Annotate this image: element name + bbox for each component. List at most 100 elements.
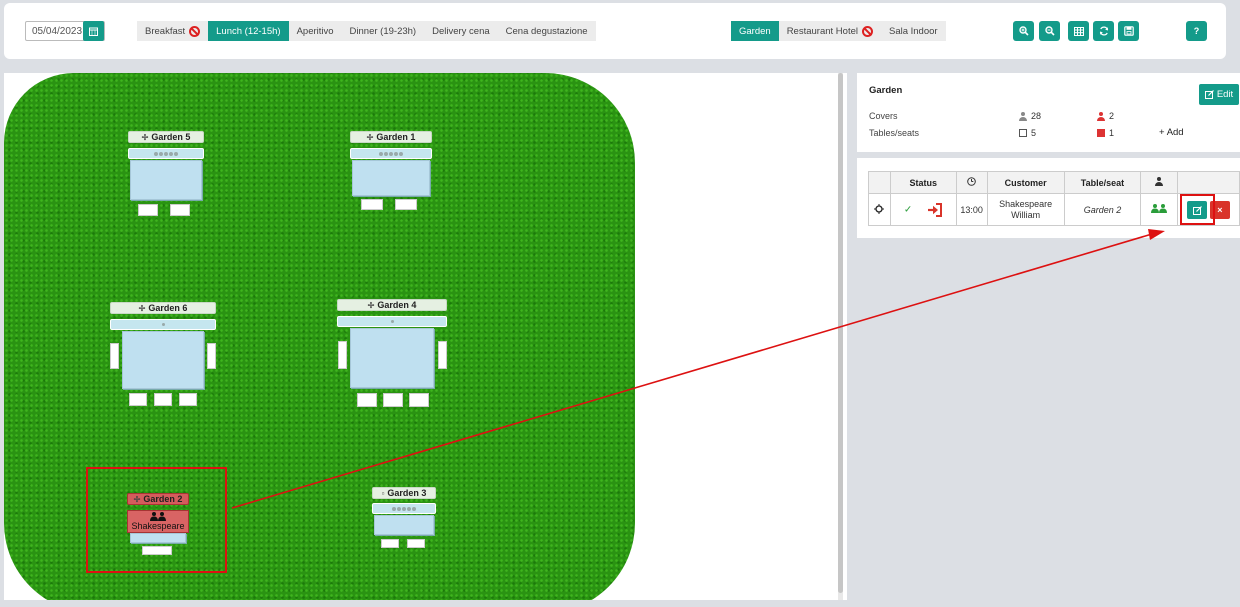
zoom-out-icon [1044,26,1055,36]
customer-cell: Shakespeare William [986,193,1065,226]
room-garden[interactable]: Garden [731,21,779,41]
service-dinner[interactable]: Dinner (19-23h) [341,21,425,41]
chair [207,343,216,369]
crosshair-icon [874,203,885,214]
col-actions [1177,171,1240,194]
arrived-icon [927,202,942,217]
person-icon [1019,111,1027,121]
floor-plan[interactable]: ✢ Garden 5 ✢ Garden 1 ✢ Garden 6 ✢ Garden 4 … [4,73,847,600]
table-label-garden-3[interactable]: ▫ Garden 3 [372,487,436,499]
chair [170,204,190,216]
service-selector: Breakfast Lunch (12-15h) Aperitivo Dinne… [137,21,596,41]
room-sala-indoor[interactable]: Sala Indoor [880,21,946,41]
table-seats-bar [337,316,447,327]
move-icon: ✢ [366,132,374,142]
chair [409,393,429,407]
chair [338,341,347,369]
locate-cell[interactable] [868,193,891,226]
refresh-icon [1099,26,1108,36]
chair [110,343,119,369]
col-status: Status [889,171,957,194]
room-info-panel: Garden Edit Covers Tables/seats 28 2 5 1… [857,73,1240,152]
person-icon [1097,111,1105,121]
table-label-garden-1[interactable]: ✢ Garden 1 [350,131,432,143]
close-icon: × [1217,204,1223,215]
disabled-icon [189,25,201,37]
table-label-garden-6[interactable]: ✢ Garden 6 [110,302,216,314]
person-icon [1155,177,1164,186]
move-icon: ▫ [381,488,385,498]
col-table-seat: Table/seat [1063,171,1142,194]
plus-icon: + [1159,127,1165,138]
status-cell[interactable]: ✓ [889,193,957,226]
help-button[interactable]: ? [1186,21,1207,41]
table-garden-3[interactable] [374,515,434,535]
edit-room-button[interactable]: Edit [1199,84,1239,105]
tables-total: 5 [1019,128,1036,138]
table-header-row: Status Customer Table/seat [868,171,1240,194]
col-customer: Customer [986,171,1065,194]
table-seat-cell: Garden 2 [1063,193,1142,226]
service-cena-degustazione[interactable]: Cena degustazione [497,21,596,41]
tables-busy: 1 [1097,128,1114,138]
scrollbar-thumb[interactable] [838,73,843,593]
chair [407,539,425,548]
col-time [955,171,988,194]
save-icon [1123,26,1134,36]
calendar-button[interactable] [83,21,104,41]
table-seats-bar [128,148,204,159]
chair [438,341,447,369]
table-garden-4[interactable] [350,328,434,388]
table-label-garden-5[interactable]: ✢ Garden 5 [128,131,204,143]
add-button[interactable]: + Add [1159,127,1184,138]
table-grid-icon [1073,26,1084,36]
zoom-out-button[interactable] [1039,21,1060,41]
table-garden-5[interactable] [130,160,202,200]
calendar-icon [89,27,98,36]
table-square-icon [1019,129,1027,137]
highlight-box-garden-2 [86,467,227,573]
chair [383,393,403,407]
date-input[interactable] [26,22,84,40]
chair [138,204,158,216]
table-square-icon [1097,129,1105,137]
chair [129,393,147,406]
time-cell: 13:00 [955,193,988,226]
move-icon: ✢ [141,132,149,142]
floor-scrollbar[interactable] [838,73,843,600]
chair [361,199,383,210]
col-locate [868,171,891,194]
table-seats-bar [372,503,436,514]
service-breakfast[interactable]: Breakfast [137,21,209,41]
move-icon: ✢ [367,300,375,310]
service-delivery-cena[interactable]: Delivery cena [424,21,498,41]
room-selector: Garden Restaurant Hotel Sala Indoor [731,21,946,41]
chair [154,393,172,406]
table-garden-1[interactable] [352,160,430,196]
disabled-icon [861,25,873,37]
refresh-button[interactable] [1093,21,1114,41]
table-seats-bar [350,148,432,159]
table-label-garden-4[interactable]: ✢ Garden 4 [337,299,447,311]
chair [357,393,377,407]
top-toolbar: Breakfast Lunch (12-15h) Aperitivo Dinne… [4,3,1226,59]
service-aperitivo[interactable]: Aperitivo [288,21,342,41]
guests-icon [1151,204,1168,213]
tables-seats-label: Tables/seats [869,128,920,138]
service-lunch[interactable]: Lunch (12-15h) [208,21,289,41]
covers-busy: 2 [1097,111,1114,121]
covers-total: 28 [1019,111,1041,121]
highlight-box-edit-button [1180,194,1215,225]
edit-icon [1204,90,1214,99]
save-button[interactable] [1118,21,1139,41]
chair [381,539,399,548]
move-icon: ✢ [138,303,146,313]
table-garden-6[interactable] [122,331,204,389]
room-restaurant-hotel[interactable]: Restaurant Hotel [778,21,881,41]
clock-icon [967,177,976,186]
check-icon: ✓ [903,203,913,215]
table-view-button[interactable] [1068,21,1089,41]
col-guests [1140,171,1179,194]
zoom-in-icon [1018,26,1029,36]
zoom-in-button[interactable] [1013,21,1034,41]
